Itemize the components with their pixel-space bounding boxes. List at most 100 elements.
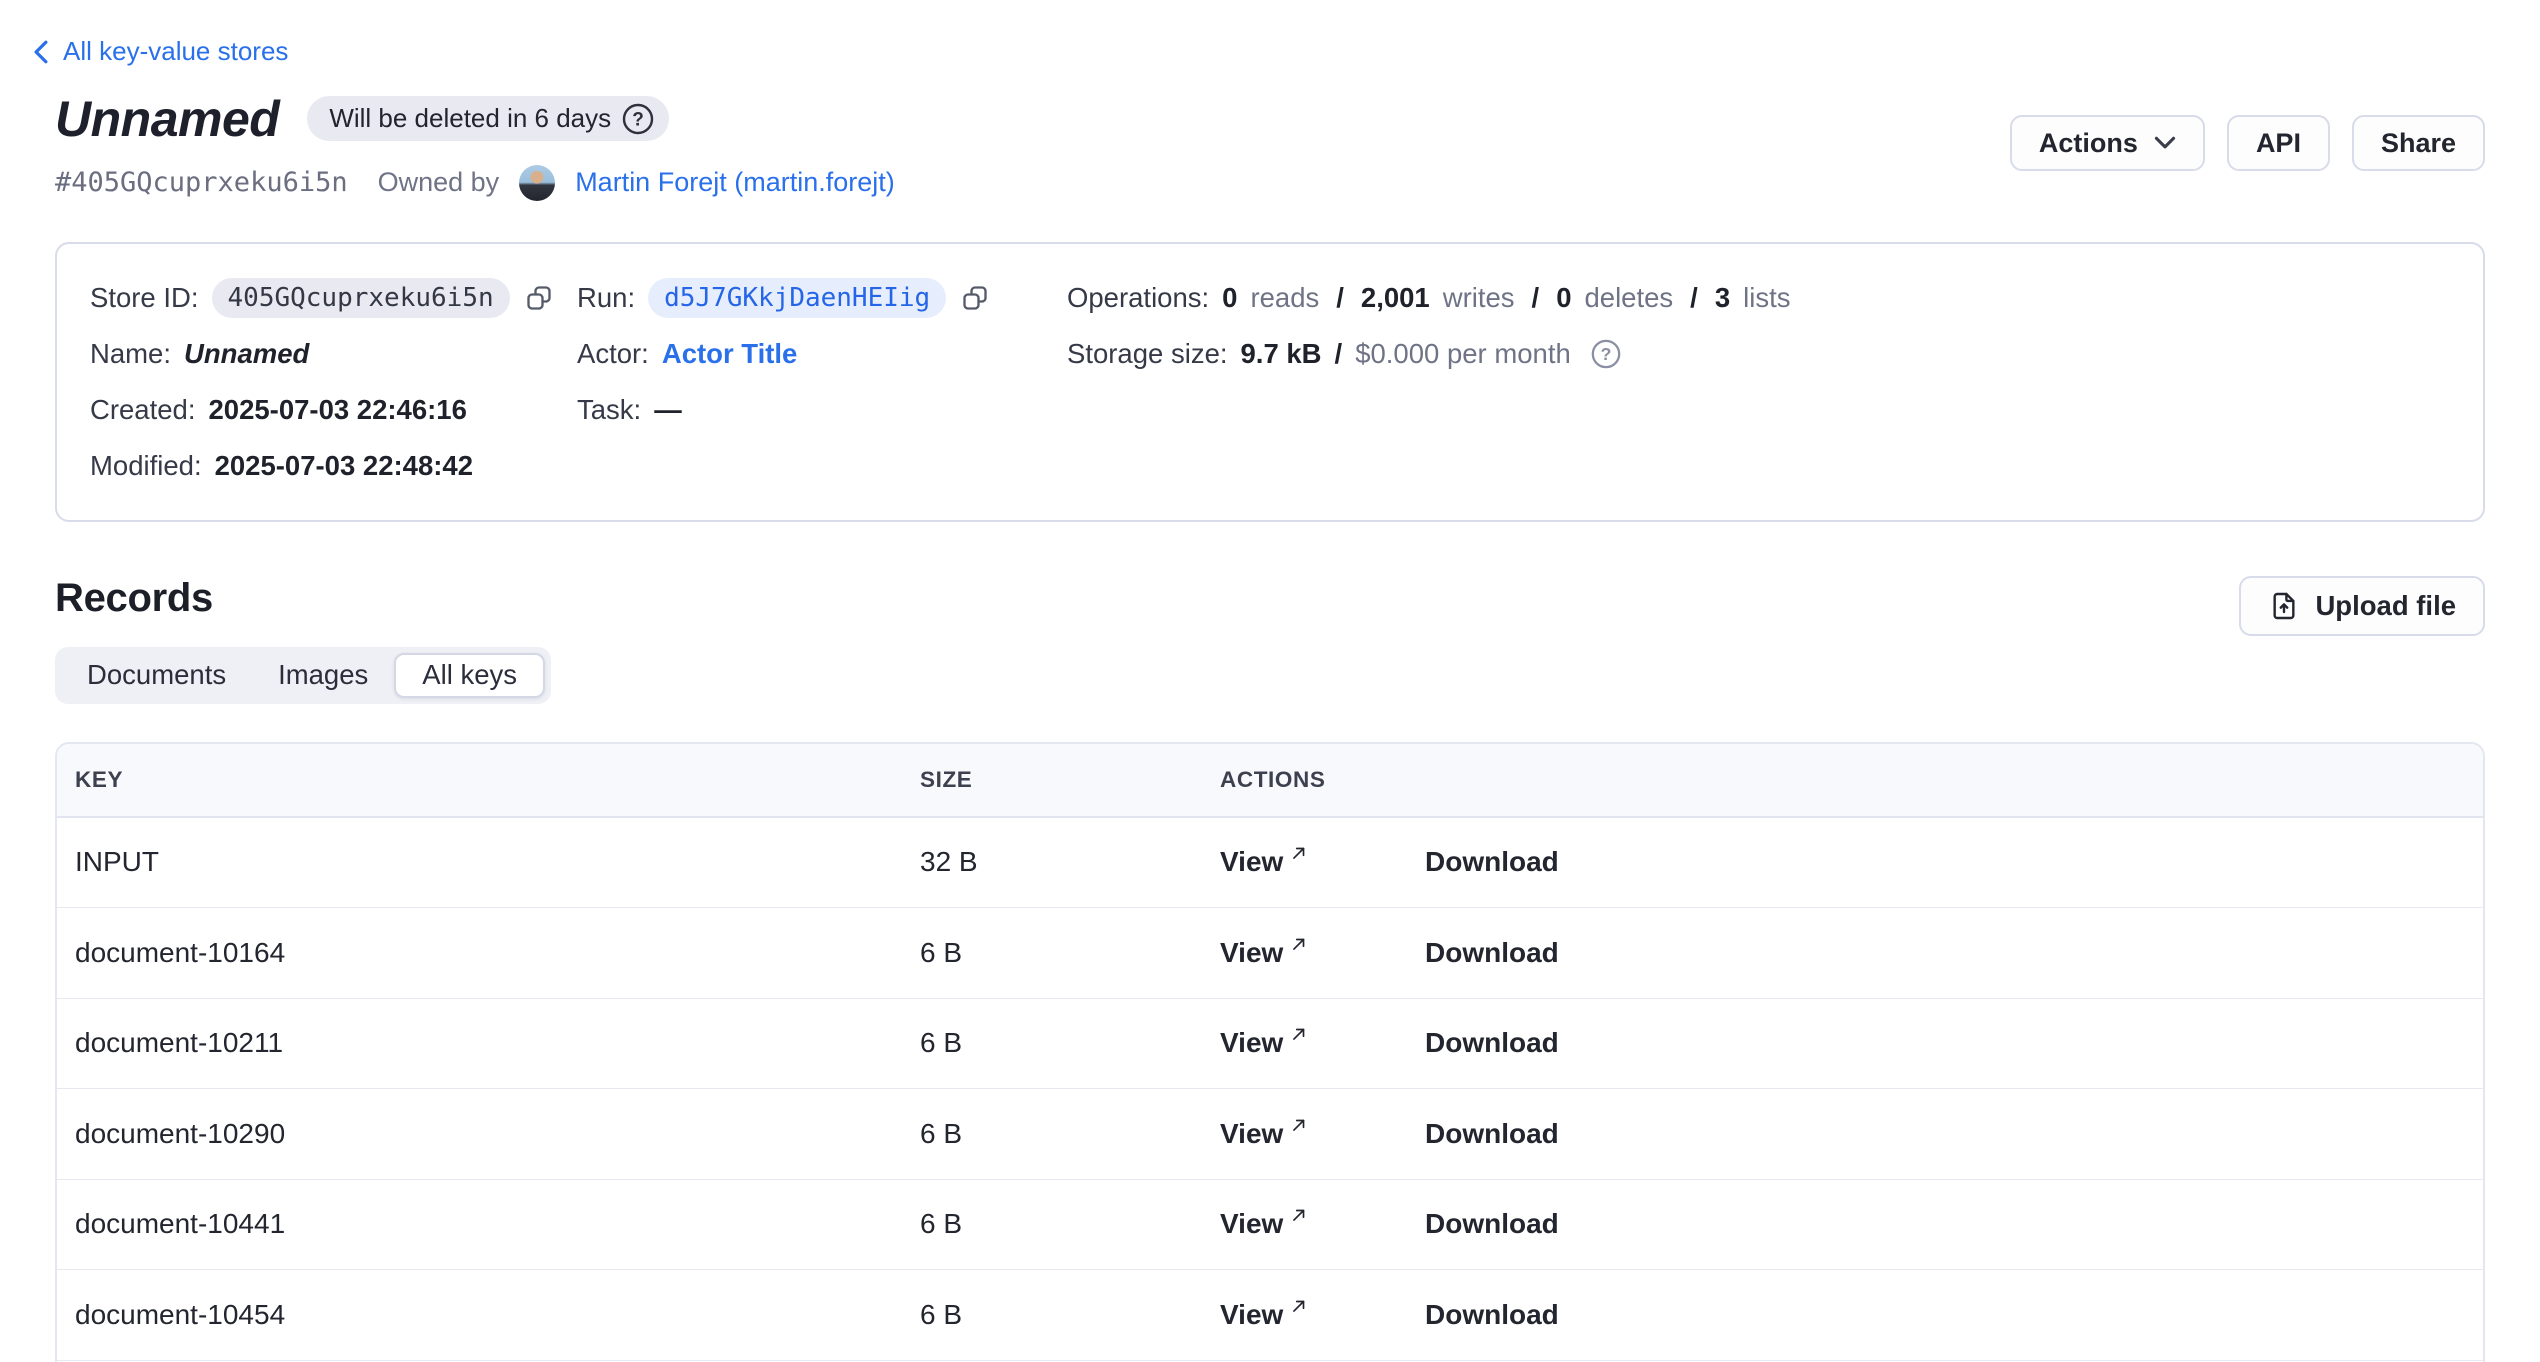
download-link[interactable]: Download <box>1425 1118 2465 1150</box>
copy-icon <box>525 284 553 312</box>
task-field: Task: — <box>577 394 1067 426</box>
external-link-icon <box>1290 1025 1308 1043</box>
tab-all-keys[interactable]: All keys <box>394 653 545 698</box>
deletion-badge: Will be deleted in 6 days ? <box>307 96 669 141</box>
api-button[interactable]: API <box>2227 115 2330 171</box>
storage-help-button[interactable]: ? <box>1590 338 1622 370</box>
table-row: INPUT 32 B View Download <box>57 818 2483 909</box>
record-key: document-10290 <box>75 1118 920 1150</box>
view-link[interactable]: View <box>1220 937 1425 969</box>
run-label: Run: <box>577 282 635 314</box>
name-label: Name: <box>90 338 171 370</box>
operations-field: Operations: 0 reads / 2,001 writes / 0 d… <box>1067 282 2450 314</box>
store-id-value: 405GQcuprxeku6i5n <box>212 278 510 318</box>
lists-count: 3 <box>1715 282 1730 314</box>
download-link[interactable]: Download <box>1425 1299 2465 1331</box>
download-link[interactable]: Download <box>1425 1208 2465 1240</box>
owner-link[interactable]: Martin Forejt (martin.forejt) <box>575 167 895 198</box>
page-title: Unnamed <box>55 90 279 148</box>
download-link[interactable]: Download <box>1425 937 2465 969</box>
run-field: Run: d5J7GKkjDaenHEIig <box>577 278 1067 318</box>
modified-value: 2025-07-03 22:48:42 <box>215 450 473 482</box>
separator: / <box>1528 282 1544 314</box>
external-link-icon <box>1290 1206 1308 1224</box>
tab-images[interactable]: Images <box>252 653 394 698</box>
deletes-count: 0 <box>1556 282 1571 314</box>
view-link[interactable]: View <box>1220 846 1425 878</box>
view-link[interactable]: View <box>1220 1027 1425 1059</box>
run-id-link[interactable]: d5J7GKkjDaenHEIig <box>648 278 946 318</box>
actions-button-label: Actions <box>2039 128 2138 159</box>
deletes-label: deletes <box>1584 282 1673 314</box>
created-field: Created: 2025-07-03 22:46:16 <box>90 394 577 426</box>
actor-link[interactable]: Actor Title <box>662 338 798 370</box>
view-label: View <box>1220 846 1283 878</box>
record-size: 6 B <box>920 1027 1220 1059</box>
actions-button[interactable]: Actions <box>2010 115 2205 171</box>
owner-avatar[interactable] <box>519 165 555 201</box>
key-value-store-page: All key-value stores Unnamed Will be del… <box>0 0 2540 1362</box>
view-link[interactable]: View <box>1220 1208 1425 1240</box>
external-link-icon <box>1290 844 1308 862</box>
upload-file-label: Upload file <box>2315 590 2456 622</box>
breadcrumb[interactable]: All key-value stores <box>31 36 288 67</box>
column-actions: ACTIONS <box>1220 767 1425 793</box>
help-circle-icon[interactable]: ? <box>621 102 655 136</box>
store-hash: #405GQcuprxeku6i5n <box>55 167 348 198</box>
deletion-badge-label: Will be deleted in 6 days <box>329 103 611 134</box>
svg-text:?: ? <box>632 109 644 130</box>
table-row: document-10290 6 B View Download <box>57 1089 2483 1180</box>
created-value: 2025-07-03 22:46:16 <box>208 394 466 426</box>
record-key: INPUT <box>75 846 920 878</box>
record-key: document-10441 <box>75 1208 920 1240</box>
upload-file-button[interactable]: Upload file <box>2239 576 2485 636</box>
modified-field: Modified: 2025-07-03 22:48:42 <box>90 450 577 482</box>
copy-icon <box>961 284 989 312</box>
actor-label: Actor: <box>577 338 649 370</box>
record-size: 6 B <box>920 1208 1220 1240</box>
store-id-label: Store ID: <box>90 282 199 314</box>
owned-by-label: Owned by <box>378 167 500 198</box>
share-button[interactable]: Share <box>2352 115 2485 171</box>
external-link-icon <box>1290 1297 1308 1315</box>
download-link[interactable]: Download <box>1425 1027 2465 1059</box>
external-link-icon <box>1290 935 1308 953</box>
writes-count: 2,001 <box>1361 282 1430 314</box>
view-label: View <box>1220 1118 1283 1150</box>
modified-label: Modified: <box>90 450 202 482</box>
record-size: 6 B <box>920 1299 1220 1331</box>
copy-run-id-button[interactable] <box>961 284 989 312</box>
separator: / <box>1332 282 1348 314</box>
storage-size-label: Storage size: <box>1067 338 1228 370</box>
view-label: View <box>1220 1299 1283 1331</box>
separator: / <box>1335 338 1343 370</box>
records-left: Records Documents Images All keys <box>55 576 551 704</box>
task-label: Task: <box>577 394 641 426</box>
records-table: KEY SIZE ACTIONS INPUT 32 B View Downloa… <box>55 742 2485 1362</box>
record-size: 6 B <box>920 1118 1220 1150</box>
table-row: document-10454 6 B View Download <box>57 1270 2483 1361</box>
records-tabbar: Documents Images All keys <box>55 647 551 704</box>
lists-label: lists <box>1743 282 1790 314</box>
chevron-left-icon <box>31 39 51 65</box>
view-link[interactable]: View <box>1220 1299 1425 1331</box>
help-circle-icon: ? <box>1590 338 1622 370</box>
writes-label: writes <box>1443 282 1515 314</box>
view-label: View <box>1220 1027 1283 1059</box>
chevron-down-icon <box>2154 136 2176 150</box>
store-id-field: Store ID: 405GQcuprxeku6i5n <box>90 278 577 318</box>
view-link[interactable]: View <box>1220 1118 1425 1150</box>
records-header: Records Documents Images All keys Upload… <box>55 576 2485 704</box>
storage-size-field: Storage size: 9.7 kB / $0.000 per month … <box>1067 338 2450 370</box>
name-value: Unnamed <box>184 338 309 370</box>
records-title: Records <box>55 576 551 621</box>
breadcrumb-label: All key-value stores <box>63 36 288 67</box>
column-size: SIZE <box>920 767 1220 793</box>
upload-file-icon <box>2268 590 2300 622</box>
reads-count: 0 <box>1222 282 1237 314</box>
storage-cost-value: $0.000 per month <box>1355 338 1571 370</box>
actor-field: Actor: Actor Title <box>577 338 1067 370</box>
tab-documents[interactable]: Documents <box>61 653 252 698</box>
copy-store-id-button[interactable] <box>525 284 553 312</box>
download-link[interactable]: Download <box>1425 846 2465 878</box>
